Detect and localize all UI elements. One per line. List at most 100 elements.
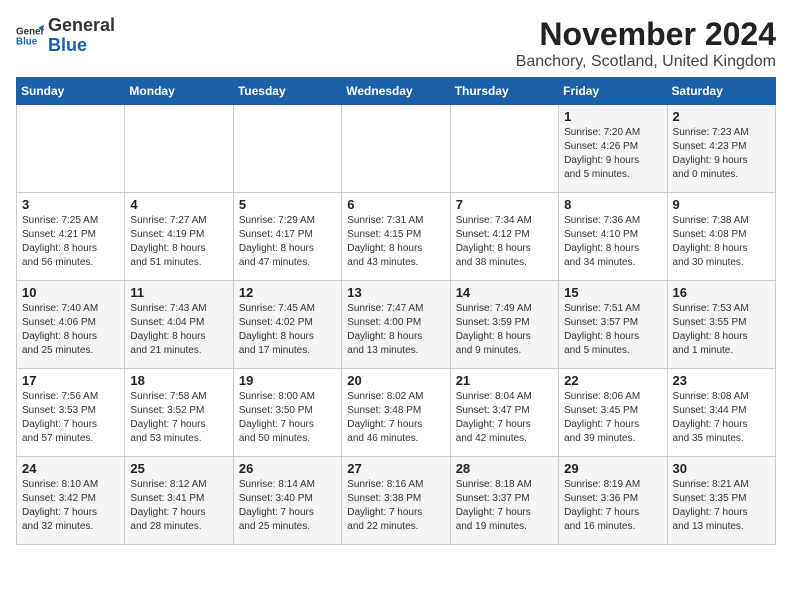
day-info: Sunrise: 7:53 AM Sunset: 3:55 PM Dayligh… bbox=[673, 302, 770, 358]
day-number: 20 bbox=[347, 373, 444, 388]
day-number: 2 bbox=[673, 109, 770, 124]
day-info: Sunrise: 7:40 AM Sunset: 4:06 PM Dayligh… bbox=[22, 302, 119, 358]
day-info: Sunrise: 7:36 AM Sunset: 4:10 PM Dayligh… bbox=[564, 214, 661, 270]
day-number: 23 bbox=[673, 373, 770, 388]
logo: General Blue General Blue bbox=[16, 16, 115, 56]
day-cell: 22Sunrise: 8:06 AM Sunset: 3:45 PM Dayli… bbox=[559, 369, 667, 457]
day-info: Sunrise: 7:34 AM Sunset: 4:12 PM Dayligh… bbox=[456, 214, 553, 270]
day-cell bbox=[233, 105, 341, 193]
day-cell bbox=[125, 105, 233, 193]
day-info: Sunrise: 7:27 AM Sunset: 4:19 PM Dayligh… bbox=[130, 214, 227, 270]
day-info: Sunrise: 8:16 AM Sunset: 3:38 PM Dayligh… bbox=[347, 478, 444, 534]
day-info: Sunrise: 8:12 AM Sunset: 3:41 PM Dayligh… bbox=[130, 478, 227, 534]
day-number: 1 bbox=[564, 109, 661, 124]
day-info: Sunrise: 7:25 AM Sunset: 4:21 PM Dayligh… bbox=[22, 214, 119, 270]
day-cell: 14Sunrise: 7:49 AM Sunset: 3:59 PM Dayli… bbox=[450, 281, 558, 369]
day-number: 15 bbox=[564, 285, 661, 300]
day-cell: 15 Sunrise: 7:51 AM Sunset: 3:57 PM Dayli… bbox=[559, 281, 667, 369]
day-number: 4 bbox=[130, 197, 227, 212]
day-cell: 11 Sunrise: 7:43 AM Sunset: 4:04 PM Dayli… bbox=[125, 281, 233, 369]
day-cell: 19Sunrise: 8:00 AM Sunset: 3:50 PM Dayli… bbox=[233, 369, 341, 457]
day-info: Sunrise: 7:31 AM Sunset: 4:15 PM Dayligh… bbox=[347, 214, 444, 270]
day-number: 3 bbox=[22, 197, 119, 212]
day-cell: 23 Sunrise: 8:08 AM Sunset: 3:44 PM Dayli… bbox=[667, 369, 775, 457]
day-info: Sunrise: 7:51 AM Sunset: 3:57 PM Dayligh… bbox=[564, 302, 661, 358]
day-number: 25 bbox=[130, 461, 227, 476]
day-number: 26 bbox=[239, 461, 336, 476]
day-cell: 3 Sunrise: 7:25 AM Sunset: 4:21 PM Daylig… bbox=[17, 193, 125, 281]
day-number: 16 bbox=[673, 285, 770, 300]
day-info: Sunrise: 8:08 AM Sunset: 3:44 PM Dayligh… bbox=[673, 390, 770, 446]
day-cell: 9 Sunrise: 7:38 AM Sunset: 4:08 PM Daylig… bbox=[667, 193, 775, 281]
calendar-table: SundayMondayTuesdayWednesdayThursdayFrid… bbox=[16, 77, 776, 545]
day-info: Sunrise: 8:04 AM Sunset: 3:47 PM Dayligh… bbox=[456, 390, 553, 446]
day-number: 27 bbox=[347, 461, 444, 476]
day-cell: 2 Sunrise: 7:23 AM Sunset: 4:23 PM Daylig… bbox=[667, 105, 775, 193]
day-cell bbox=[17, 105, 125, 193]
day-cell: 21 Sunrise: 8:04 AM Sunset: 3:47 PM Dayli… bbox=[450, 369, 558, 457]
day-number: 14 bbox=[456, 285, 553, 300]
day-info: Sunrise: 7:29 AM Sunset: 4:17 PM Dayligh… bbox=[239, 214, 336, 270]
day-number: 8 bbox=[564, 197, 661, 212]
day-cell: 30 Sunrise: 8:21 AM Sunset: 3:35 PM Dayli… bbox=[667, 457, 775, 545]
week-row-2: 3 Sunrise: 7:25 AM Sunset: 4:21 PM Daylig… bbox=[17, 193, 776, 281]
day-info: Sunrise: 7:43 AM Sunset: 4:04 PM Dayligh… bbox=[130, 302, 227, 358]
header-sunday: Sunday bbox=[17, 78, 125, 105]
month-title: November 2024 bbox=[516, 16, 776, 53]
title-block: November 2024 Banchory, Scotland, United… bbox=[516, 16, 776, 71]
day-number: 21 bbox=[456, 373, 553, 388]
header-wednesday: Wednesday bbox=[342, 78, 450, 105]
logo-blue-text: Blue bbox=[48, 35, 87, 55]
page-header: General Blue General Blue November 2024 … bbox=[16, 16, 776, 71]
day-cell: 20 Sunrise: 8:02 AM Sunset: 3:48 PM Dayli… bbox=[342, 369, 450, 457]
day-cell bbox=[450, 105, 558, 193]
header-tuesday: Tuesday bbox=[233, 78, 341, 105]
day-cell: 8 Sunrise: 7:36 AM Sunset: 4:10 PM Daylig… bbox=[559, 193, 667, 281]
logo-icon: General Blue bbox=[16, 22, 44, 50]
day-number: 28 bbox=[456, 461, 553, 476]
day-info: Sunrise: 7:23 AM Sunset: 4:23 PM Dayligh… bbox=[673, 126, 770, 182]
day-cell: 29 Sunrise: 8:19 AM Sunset: 3:36 PM Dayli… bbox=[559, 457, 667, 545]
day-number: 18 bbox=[130, 373, 227, 388]
day-cell: 24 Sunrise: 8:10 AM Sunset: 3:42 PM Dayli… bbox=[17, 457, 125, 545]
header-monday: Monday bbox=[125, 78, 233, 105]
day-number: 19 bbox=[239, 373, 336, 388]
day-info: Sunrise: 8:02 AM Sunset: 3:48 PM Dayligh… bbox=[347, 390, 444, 446]
day-info: Sunrise: 7:20 AM Sunset: 4:26 PM Dayligh… bbox=[564, 126, 661, 182]
day-number: 5 bbox=[239, 197, 336, 212]
day-cell: 12 Sunrise: 7:45 AM Sunset: 4:02 PM Dayli… bbox=[233, 281, 341, 369]
calendar-header-row: SundayMondayTuesdayWednesdayThursdayFrid… bbox=[17, 78, 776, 105]
header-saturday: Saturday bbox=[667, 78, 775, 105]
day-number: 12 bbox=[239, 285, 336, 300]
day-info: Sunrise: 7:45 AM Sunset: 4:02 PM Dayligh… bbox=[239, 302, 336, 358]
day-number: 6 bbox=[347, 197, 444, 212]
day-cell: 16 Sunrise: 7:53 AM Sunset: 3:55 PM Dayli… bbox=[667, 281, 775, 369]
day-info: Sunrise: 7:56 AM Sunset: 3:53 PM Dayligh… bbox=[22, 390, 119, 446]
day-cell: 28Sunrise: 8:18 AM Sunset: 3:37 PM Dayli… bbox=[450, 457, 558, 545]
day-info: Sunrise: 7:38 AM Sunset: 4:08 PM Dayligh… bbox=[673, 214, 770, 270]
day-cell: 7 Sunrise: 7:34 AM Sunset: 4:12 PM Daylig… bbox=[450, 193, 558, 281]
day-info: Sunrise: 8:14 AM Sunset: 3:40 PM Dayligh… bbox=[239, 478, 336, 534]
day-cell: 17Sunrise: 7:56 AM Sunset: 3:53 PM Dayli… bbox=[17, 369, 125, 457]
week-row-5: 24 Sunrise: 8:10 AM Sunset: 3:42 PM Dayli… bbox=[17, 457, 776, 545]
day-info: Sunrise: 8:19 AM Sunset: 3:36 PM Dayligh… bbox=[564, 478, 661, 534]
day-info: Sunrise: 8:06 AM Sunset: 3:45 PM Dayligh… bbox=[564, 390, 661, 446]
day-cell: 4 Sunrise: 7:27 AM Sunset: 4:19 PM Daylig… bbox=[125, 193, 233, 281]
day-info: Sunrise: 8:10 AM Sunset: 3:42 PM Dayligh… bbox=[22, 478, 119, 534]
day-number: 10 bbox=[22, 285, 119, 300]
day-cell: 1 Sunrise: 7:20 AM Sunset: 4:26 PM Daylig… bbox=[559, 105, 667, 193]
day-cell: 25 Sunrise: 8:12 AM Sunset: 3:41 PM Dayli… bbox=[125, 457, 233, 545]
day-number: 29 bbox=[564, 461, 661, 476]
day-info: Sunrise: 8:21 AM Sunset: 3:35 PM Dayligh… bbox=[673, 478, 770, 534]
day-number: 13 bbox=[347, 285, 444, 300]
day-cell: 10 Sunrise: 7:40 AM Sunset: 4:06 PM Dayli… bbox=[17, 281, 125, 369]
day-number: 24 bbox=[22, 461, 119, 476]
day-number: 7 bbox=[456, 197, 553, 212]
week-row-3: 10 Sunrise: 7:40 AM Sunset: 4:06 PM Dayli… bbox=[17, 281, 776, 369]
day-number: 11 bbox=[130, 285, 227, 300]
day-cell: 5 Sunrise: 7:29 AM Sunset: 4:17 PM Daylig… bbox=[233, 193, 341, 281]
day-number: 9 bbox=[673, 197, 770, 212]
day-cell bbox=[342, 105, 450, 193]
week-row-4: 17Sunrise: 7:56 AM Sunset: 3:53 PM Dayli… bbox=[17, 369, 776, 457]
day-number: 30 bbox=[673, 461, 770, 476]
